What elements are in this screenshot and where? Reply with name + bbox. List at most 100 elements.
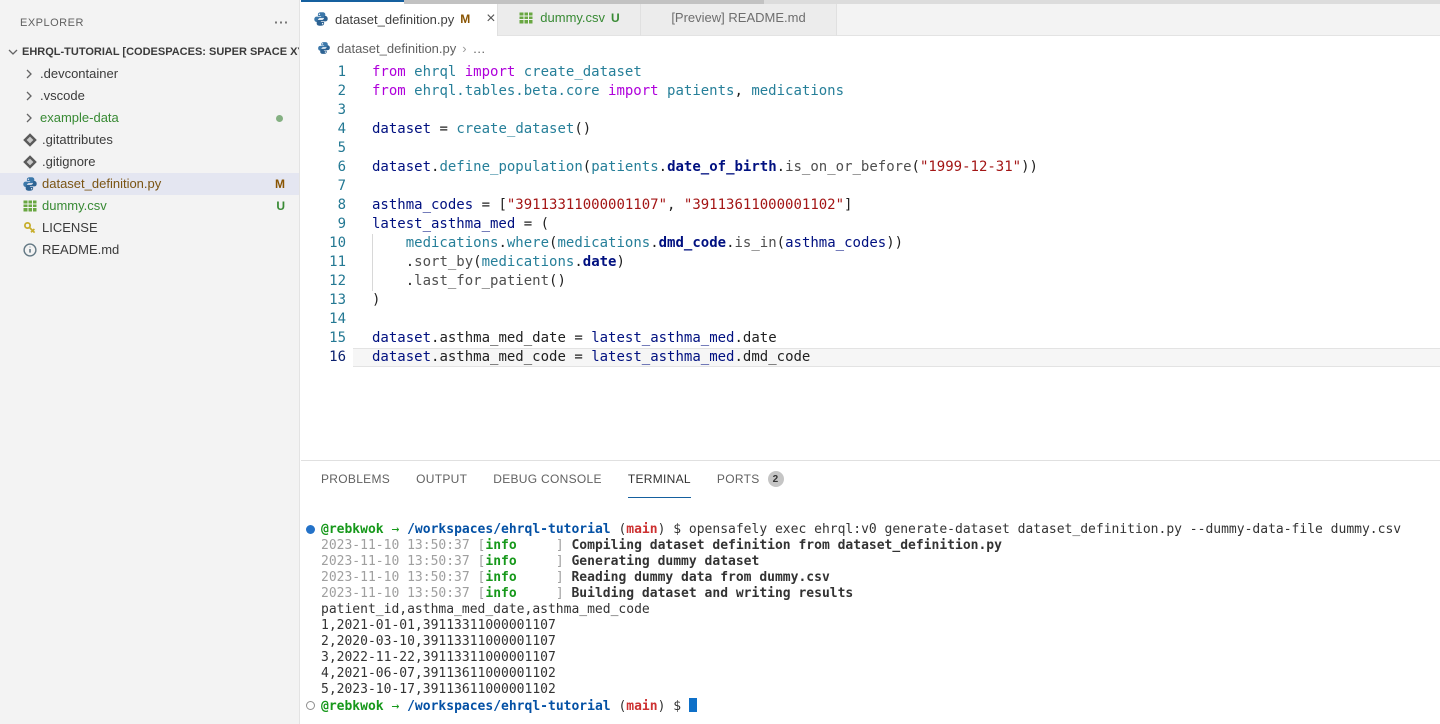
git-file-icon: [22, 154, 38, 170]
sidebar-item-readme-md[interactable]: README.md: [0, 239, 299, 261]
tab-scrollbar-thumb[interactable]: [404, 0, 764, 4]
panel-tab-debug-console[interactable]: DEBUG CONSOLE: [493, 461, 602, 498]
ports-count-badge: 2: [768, 471, 784, 487]
breadcrumb-file[interactable]: dataset_definition.py: [337, 41, 456, 56]
terminal-line: 2023-11-10 13:50:37 [info ] Reading dumm…: [321, 570, 1440, 586]
sidebar-item-vscode[interactable]: .vscode: [0, 85, 299, 107]
line-number: 9: [301, 215, 346, 234]
code-line-6[interactable]: 6dataset.define_population(patients.date…: [301, 158, 1440, 177]
explorer-sidebar: EXPLORER ⋯ EHRQL-TUTORIAL [CODESPACES: S…: [0, 0, 300, 724]
code-line-2[interactable]: 2 from ehrql.tables.beta.core import pati…: [301, 82, 1440, 101]
code-text: medications.where(medications.dmd_code.i…: [372, 234, 903, 253]
panel-tab-label: PROBLEMS: [321, 472, 390, 486]
editor-tab-dataset-definition-py[interactable]: dataset_definition.pyM×: [301, 0, 498, 36]
file-label: .devcontainer: [40, 66, 118, 81]
terminal-line: 2023-11-10 13:50:37 [info ] Generating d…: [321, 554, 1440, 570]
license-file-icon: [22, 220, 38, 236]
chevron-down-icon: [5, 44, 21, 63]
code-line-4[interactable]: 4dataset = create_dataset(): [301, 120, 1440, 139]
editor-tab-bar: dataset_definition.pyM× dummy.csv U [Previe…: [301, 0, 1440, 36]
breadcrumb-separator: ›: [462, 41, 466, 56]
code-text: asthma_codes = ["39113311000001107", "39…: [372, 196, 852, 215]
code-line-12[interactable]: 12 .last_for_patient(): [301, 272, 1440, 291]
tab-dirty-badge: U: [611, 11, 620, 25]
sidebar-item-gitattributes[interactable]: .gitattributes: [0, 129, 299, 151]
tab-bar-empty-space: [837, 0, 1440, 36]
file-label: dataset_definition.py: [42, 176, 161, 191]
sidebar-item-devcontainer[interactable]: .devcontainer: [0, 63, 299, 85]
line-number: 2: [301, 82, 346, 101]
breadcrumb-more[interactable]: …: [473, 41, 486, 56]
line-number: 11: [301, 253, 346, 272]
code-text: from ehrql import create_dataset: [372, 63, 642, 82]
code-editor[interactable]: 1from ehrql import create_dataset2 from e…: [301, 60, 1440, 460]
explorer-title: EXPLORER: [20, 17, 84, 29]
csv-file-icon: [518, 10, 534, 26]
explorer-root-folder[interactable]: EHRQL-TUTORIAL [CODESPACES: SUPER SPACE …: [0, 41, 299, 63]
code-text: ): [372, 291, 380, 310]
code-line-7[interactable]: 7: [301, 177, 1440, 196]
code-line-9[interactable]: 9latest_asthma_med = (: [301, 215, 1440, 234]
panel-tab-label: OUTPUT: [416, 472, 467, 486]
line-number: 14: [301, 310, 346, 329]
code-text: dataset.asthma_med_date = latest_asthma_…: [372, 329, 777, 348]
code-line-13[interactable]: 13): [301, 291, 1440, 310]
code-line-3[interactable]: 3: [301, 101, 1440, 120]
code-text: from ehrql.tables.beta.core import patie…: [372, 82, 844, 101]
code-line-16[interactable]: 16 dataset.asthma_med_code = latest_asthm…: [301, 348, 1440, 367]
sidebar-item-example-data[interactable]: example-data: [0, 107, 299, 129]
line-number: 6: [301, 158, 346, 177]
terminal-line: 2,2020-03-10,39113311000001107: [321, 634, 1440, 650]
code-line-14[interactable]: 14: [301, 310, 1440, 329]
git-status-badge: M: [275, 173, 285, 195]
panel-tab-problems[interactable]: PROBLEMS: [321, 461, 390, 498]
terminal-line: @rebkwok → /workspaces/ehrql-tutorial (m…: [321, 698, 1440, 714]
breadcrumb: dataset_definition.py › …: [301, 36, 1440, 60]
line-number: 3: [301, 101, 346, 120]
code-text: dataset = create_dataset(): [372, 120, 591, 139]
git-status-badge: U: [276, 195, 285, 217]
terminal-line: @rebkwok → /workspaces/ehrql-tutorial (m…: [321, 522, 1440, 538]
code-line-1[interactable]: 1from ehrql import create_dataset: [301, 63, 1440, 82]
panel-tab-terminal[interactable]: TERMINAL: [628, 461, 691, 498]
code-line-8[interactable]: 8asthma_codes = ["39113311000001107", "3…: [301, 196, 1440, 215]
panel-tab-output[interactable]: OUTPUT: [416, 461, 467, 498]
file-tree: .devcontainer .vscodeexample-data .gitattr…: [0, 63, 299, 261]
panel-tab-ports[interactable]: PORTS 2: [717, 461, 784, 498]
sidebar-item-license[interactable]: LICENSE: [0, 217, 299, 239]
command-running-icon: [306, 525, 315, 534]
python-file-icon: [317, 41, 331, 55]
panel-tab-label: PORTS: [717, 472, 760, 486]
terminal-line: 4,2021-06-07,39113611000001102: [321, 666, 1440, 682]
panel-tab-label: DEBUG CONSOLE: [493, 472, 602, 486]
untracked-changes-dot: [276, 115, 283, 122]
more-actions-icon[interactable]: ⋯: [274, 18, 290, 28]
file-label: .gitattributes: [42, 132, 113, 147]
code-line-10[interactable]: 10 medications.where(medications.dmd_cod…: [301, 234, 1440, 253]
line-number: 16: [301, 348, 346, 367]
code-line-11[interactable]: 11 .sort_by(medications.date): [301, 253, 1440, 272]
terminal-line: 2023-11-10 13:50:37 [info ] Building dat…: [321, 586, 1440, 602]
terminal-line: 3,2022-11-22,39113311000001107: [321, 650, 1440, 666]
command-marker-icon: [306, 701, 315, 710]
tab-label: dummy.csv: [540, 10, 605, 25]
panel-tab-label: TERMINAL: [628, 472, 691, 486]
vscode-window: EXPLORER ⋯ EHRQL-TUTORIAL [CODESPACES: S…: [0, 0, 1440, 724]
panel-tab-bar: PROBLEMS OUTPUT DEBUG CONSOLE TERMINAL PORTS…: [301, 461, 1440, 499]
code-text: dataset.asthma_med_code = latest_asthma_…: [372, 348, 810, 367]
sidebar-item-gitignore[interactable]: .gitignore: [0, 151, 299, 173]
editor-tab-dummy-csv[interactable]: dummy.csv U: [498, 0, 641, 36]
info-file-icon: [22, 242, 38, 258]
git-file-icon: [22, 132, 38, 148]
code-line-5[interactable]: 5: [301, 139, 1440, 158]
python-file-icon: [313, 11, 329, 27]
line-number: 10: [301, 234, 346, 253]
close-icon[interactable]: ×: [486, 11, 495, 27]
csv-file-icon: [22, 198, 38, 214]
file-label: dummy.csv: [42, 198, 107, 213]
sidebar-item-dataset-definition-py[interactable]: dataset_definition.py M: [0, 173, 299, 195]
editor-tab-preview-readme-md[interactable]: [Preview] README.md: [641, 0, 837, 36]
sidebar-item-dummy-csv[interactable]: dummy.csv U: [0, 195, 299, 217]
terminal[interactable]: @rebkwok → /workspaces/ehrql-tutorial (m…: [301, 514, 1440, 724]
code-line-15[interactable]: 15dataset.asthma_med_date = latest_asthm…: [301, 329, 1440, 348]
